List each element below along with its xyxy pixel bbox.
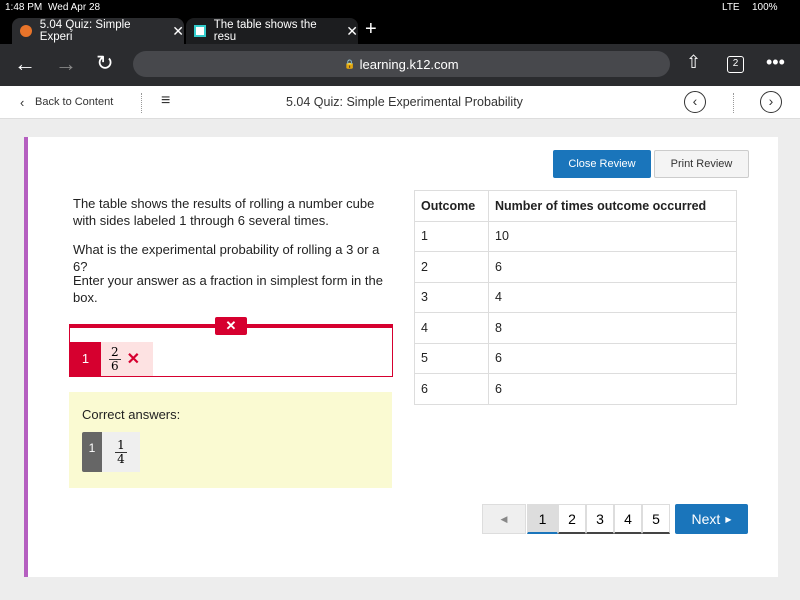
favicon-icon bbox=[194, 25, 206, 37]
close-tab-icon[interactable]: ✕ bbox=[346, 23, 358, 40]
address-bar[interactable]: 🔒 learning.k12.com bbox=[133, 51, 670, 77]
page-5[interactable]: 5 bbox=[642, 504, 670, 534]
print-review-button[interactable]: Print Review bbox=[654, 150, 749, 178]
next-question-button[interactable]: › bbox=[760, 91, 782, 113]
browser-tab-quiz[interactable]: 5.04 Quiz: Simple Experi ✕ bbox=[12, 18, 184, 44]
back-to-content-link[interactable]: Back to Content bbox=[35, 96, 113, 108]
favicon-icon bbox=[20, 25, 32, 37]
incorrect-icon: ✕ bbox=[215, 317, 247, 335]
page-4[interactable]: 4 bbox=[614, 504, 642, 534]
chevron-left-icon: ‹ bbox=[20, 95, 25, 110]
table-row: 56 bbox=[414, 342, 737, 374]
table-row: 26 bbox=[414, 251, 737, 283]
question-text: The table shows the results of rolling a… bbox=[73, 196, 375, 228]
cell: 6 bbox=[414, 373, 489, 405]
answer-denominator: 6 bbox=[111, 358, 119, 373]
table-header: Number of times outcome occurred bbox=[488, 190, 737, 222]
answer-box[interactable]: ✕ 1 26 ✕ bbox=[69, 317, 393, 377]
wrong-mark-icon: ✕ bbox=[126, 351, 141, 368]
cell: 6 bbox=[488, 373, 737, 405]
correct-answers-panel: Correct answers: 1 14 bbox=[69, 392, 392, 488]
previous-question-button[interactable]: ‹ bbox=[684, 91, 706, 113]
correct-numerator: 1 bbox=[115, 437, 127, 453]
share-icon[interactable]: ⇧ bbox=[686, 52, 701, 73]
table-header: Outcome bbox=[414, 190, 489, 222]
correct-index: 1 bbox=[82, 432, 102, 472]
status-time: 1:48 PM bbox=[5, 2, 43, 13]
cell: 4 bbox=[414, 312, 489, 344]
cell: 1 bbox=[414, 220, 489, 252]
answer-index: 1 bbox=[70, 342, 101, 376]
tab-count-button[interactable]: 2 bbox=[727, 56, 744, 73]
back-icon[interactable]: ← bbox=[14, 51, 36, 77]
menu-icon[interactable]: ≡ bbox=[161, 92, 170, 110]
answer-numerator: 2 bbox=[109, 344, 121, 360]
correct-value: 14 bbox=[102, 432, 140, 472]
cell: 4 bbox=[488, 281, 737, 313]
table-row: 34 bbox=[414, 281, 737, 313]
close-tab-icon[interactable]: ✕ bbox=[172, 23, 184, 40]
cell: 10 bbox=[488, 220, 737, 252]
divider bbox=[733, 93, 734, 113]
question-instructions: Enter your answer as a fraction in simpl… bbox=[73, 273, 383, 305]
tab-title: 5.04 Quiz: Simple Experi bbox=[39, 19, 131, 43]
page-1[interactable]: 1 bbox=[527, 504, 558, 534]
close-review-button[interactable]: Close Review bbox=[553, 150, 651, 178]
table-row: 66 bbox=[414, 373, 737, 405]
page-3[interactable]: 3 bbox=[586, 504, 614, 534]
page-2[interactable]: 2 bbox=[558, 504, 586, 534]
next-button[interactable]: Next ▶ bbox=[675, 504, 748, 534]
battery: 100% bbox=[752, 2, 778, 13]
lock-icon: 🔒 bbox=[344, 58, 356, 69]
correct-denominator: 4 bbox=[117, 451, 125, 466]
status-bar: 1:48 PM Wed Apr 28 LTE 100% bbox=[0, 0, 800, 16]
play-icon: ▶ bbox=[725, 514, 732, 524]
question-card: Close Review Print Review The table show… bbox=[24, 137, 778, 577]
outcome-table: Outcome Number of times outcome occurred … bbox=[414, 190, 737, 405]
table-row: 48 bbox=[414, 312, 737, 344]
forward-icon[interactable]: → bbox=[55, 51, 77, 77]
reload-icon[interactable]: ↻ bbox=[96, 51, 114, 76]
tab-title: The table shows the resu bbox=[213, 19, 317, 43]
cell: 6 bbox=[488, 342, 737, 374]
carrier: LTE bbox=[722, 2, 740, 13]
more-icon[interactable]: ••• bbox=[766, 52, 785, 73]
correct-answers-label: Correct answers: bbox=[82, 407, 181, 422]
cell: 3 bbox=[414, 281, 489, 313]
table-row: 1 10 bbox=[414, 220, 737, 252]
next-label: Next bbox=[691, 511, 721, 527]
cell: 8 bbox=[488, 312, 737, 344]
browser-tab-brainly[interactable]: The table shows the resu ✕ bbox=[186, 18, 358, 44]
status-date: Wed Apr 28 bbox=[48, 2, 101, 13]
answer-value: 26 ✕ bbox=[101, 342, 153, 376]
page-title: 5.04 Quiz: Simple Experimental Probabili… bbox=[286, 95, 523, 109]
cell: 2 bbox=[414, 251, 489, 283]
cell: 5 bbox=[414, 342, 489, 374]
question-text: What is the experimental probability of … bbox=[73, 242, 380, 274]
new-tab-icon[interactable]: + bbox=[365, 18, 377, 41]
pagination: ◀ 1 2 3 4 5 Next ▶ bbox=[482, 504, 752, 536]
url-text: learning.k12.com bbox=[359, 56, 459, 72]
divider bbox=[141, 93, 142, 113]
cell: 6 bbox=[488, 251, 737, 283]
prev-page-button[interactable]: ◀ bbox=[482, 504, 526, 534]
